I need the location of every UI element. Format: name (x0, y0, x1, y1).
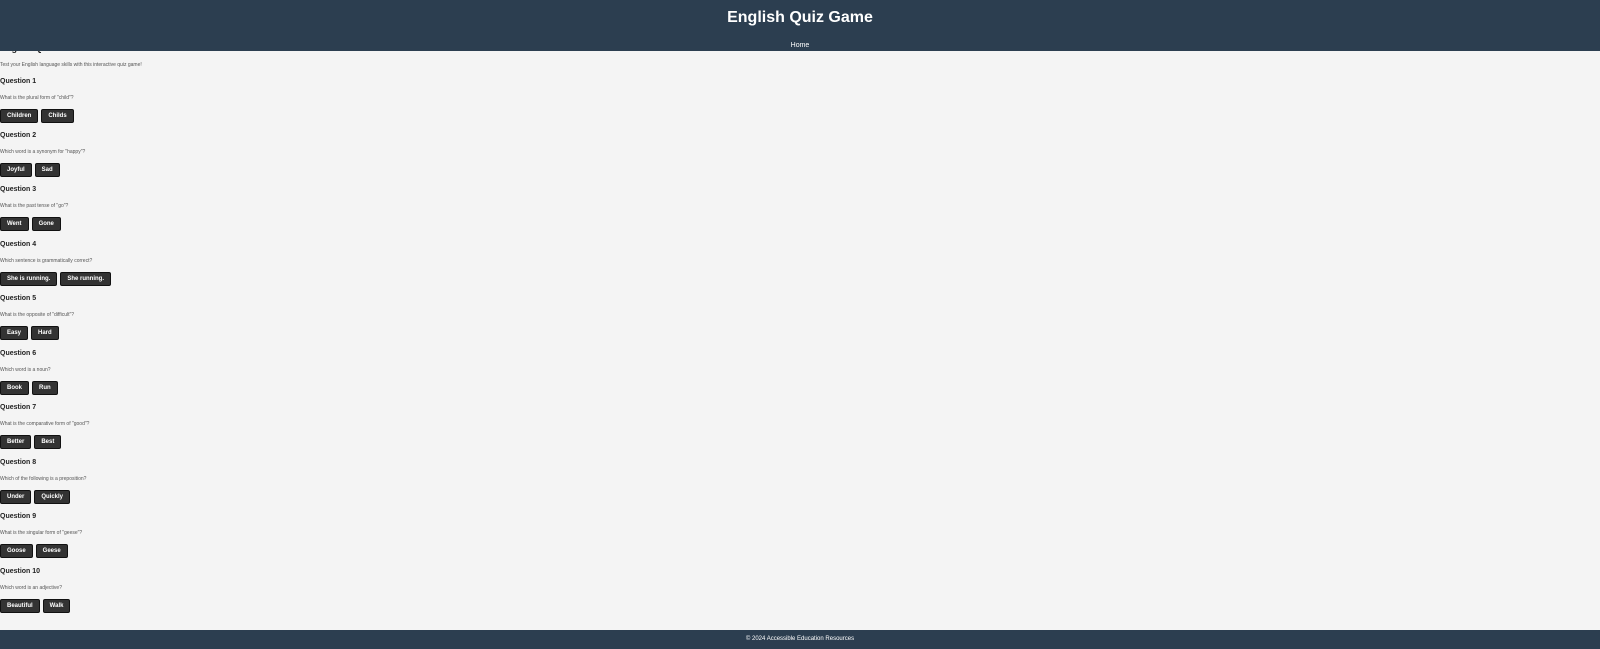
question-8: Question 8 Which of the following is a p… (0, 459, 600, 509)
question-7: Question 7 What is the comparative form … (0, 404, 600, 454)
question-3: Question 3 What is the past tense of "go… (0, 186, 600, 236)
answer-button[interactable]: Book (0, 381, 29, 395)
answer-button[interactable]: Gone (31, 217, 61, 231)
site-title: English Quiz Game (727, 9, 873, 26)
answer-button[interactable]: Children (0, 109, 39, 123)
question-text: What is the past tense of "go"? (0, 203, 69, 209)
question-text: Which word is a synonym for "happy"? (0, 149, 86, 155)
answer-button[interactable]: Better (0, 435, 32, 449)
question-title: Question 5 (0, 295, 37, 302)
question-5: Question 5 What is the opposite of "diff… (0, 295, 600, 345)
question-title: Question 1 (0, 78, 37, 85)
answer-options: Went Gone (0, 217, 61, 231)
answer-button[interactable]: Easy (0, 326, 29, 340)
question-9: Question 9 What is the singular form of … (0, 513, 600, 563)
question-1: Question 1 What is the plural form of "c… (0, 78, 600, 128)
question-title: Question 7 (0, 404, 37, 411)
question-title: Question 8 (0, 459, 37, 466)
main-nav: Home (0, 34, 1600, 52)
question-text: Which word is an adjective? (0, 585, 62, 591)
answer-button[interactable]: She is running. (0, 272, 58, 286)
intro-text: Test your English language skills with t… (0, 62, 142, 68)
answer-options: She is running. She running. (0, 272, 112, 286)
answer-options: Goose Geese (0, 544, 68, 558)
answer-options: Children Childs (0, 109, 74, 123)
copyright-text: © 2024 Accessible Education Resources (745, 636, 855, 642)
answer-button[interactable]: Walk (42, 599, 71, 613)
answer-button[interactable]: Goose (0, 544, 33, 558)
site-footer: © 2024 Accessible Education Resources (0, 630, 1600, 649)
question-6: Question 6 Which word is a noun? Book Ru… (0, 350, 600, 400)
question-2: Question 2 Which word is a synonym for "… (0, 132, 600, 182)
answer-button[interactable]: Beautiful (0, 599, 40, 613)
answer-button[interactable]: Went (0, 217, 29, 231)
question-text: What is the plural form of "child"? (0, 95, 74, 101)
question-title: Question 6 (0, 350, 37, 357)
question-title: Question 2 (0, 132, 37, 139)
answer-button[interactable]: Geese (35, 544, 68, 558)
question-text: Which word is a noun? (0, 367, 51, 373)
nav-link-home[interactable]: Home (791, 42, 810, 49)
answer-button[interactable]: Best (34, 435, 62, 449)
answer-button[interactable]: Joyful (0, 163, 32, 177)
answer-button[interactable]: She running. (60, 272, 112, 286)
answer-options: Better Best (0, 435, 62, 449)
answer-button[interactable]: Quickly (34, 490, 71, 504)
question-text: What is the singular form of "geese"? (0, 530, 83, 536)
answer-options: Beautiful Walk (0, 599, 71, 613)
question-title: Question 10 (0, 568, 41, 575)
question-text: What is the comparative form of "good"? (0, 421, 90, 427)
question-title: Question 3 (0, 186, 37, 193)
question-text: Which sentence is grammatically correct? (0, 258, 93, 264)
answer-options: Book Run (0, 381, 58, 395)
answer-button[interactable]: Childs (41, 109, 74, 123)
answer-options: Joyful Sad (0, 163, 60, 177)
question-text: What is the opposite of "difficult"? (0, 312, 75, 318)
answer-button[interactable]: Run (32, 381, 58, 395)
site-header: English Quiz Game Home (0, 0, 1600, 51)
answer-button[interactable]: Sad (34, 163, 60, 177)
question-4: Question 4 Which sentence is grammatical… (0, 241, 600, 291)
answer-options: Easy Hard (0, 326, 59, 340)
answer-button[interactable]: Under (0, 490, 32, 504)
question-title: Question 4 (0, 241, 37, 248)
question-10: Question 10 Which word is an adjective? … (0, 568, 600, 618)
answer-options: Under Quickly (0, 490, 71, 504)
question-text: Which of the following is a preposition? (0, 476, 87, 482)
answer-button[interactable]: Hard (31, 326, 59, 340)
question-title: Question 9 (0, 513, 37, 520)
